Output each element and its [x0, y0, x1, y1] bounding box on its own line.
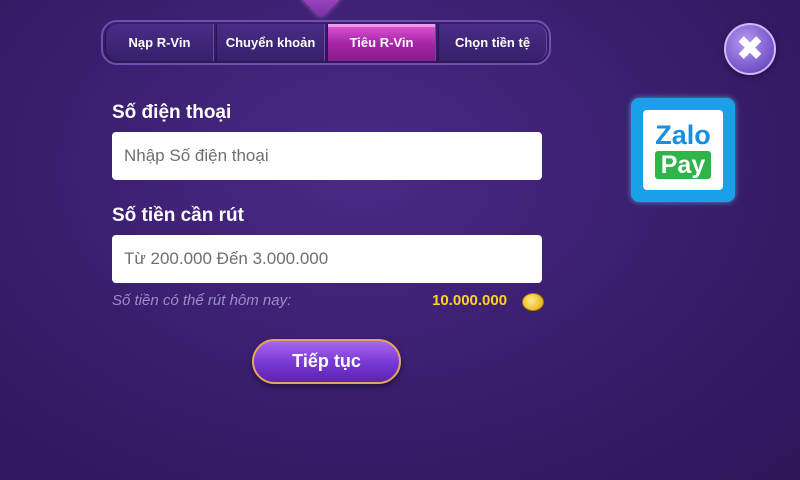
top-gem-decoration — [299, 0, 343, 19]
phone-input[interactable] — [112, 132, 542, 180]
tab-chuyen-khoan[interactable]: Chuyển khoản — [216, 24, 325, 61]
tab-bar: Nạp R-Vin Chuyển khoản Tiêu R-Vin Chọn t… — [101, 20, 551, 65]
zalopay-logo[interactable]: Zalo Pay — [631, 98, 735, 202]
available-amount: 10.000.000 — [432, 292, 508, 309]
tab-tieu-rvin[interactable]: Tiêu R-Vin — [327, 24, 436, 61]
amount-label: Số tiền cần rút — [112, 205, 244, 226]
tab-nap-rvin[interactable]: Nạp R-Vin — [105, 24, 214, 61]
phone-label: Số điện thoại — [112, 102, 232, 123]
close-icon: ✖ — [735, 30, 765, 68]
zalopay-logo-text-pay: Pay — [654, 151, 712, 179]
close-button[interactable]: ✖ — [724, 23, 776, 75]
continue-button[interactable]: Tiếp tục — [252, 339, 401, 384]
amount-input[interactable] — [112, 235, 542, 283]
coin-icon — [522, 293, 544, 311]
tab-chon-tien-te[interactable]: Chọn tiền tệ — [438, 24, 547, 61]
zalopay-logo-inner: Zalo Pay — [643, 110, 723, 190]
zalopay-logo-text-zalo: Zalo — [655, 120, 711, 150]
available-hint: Số tiền có thể rút hôm nay: — [112, 292, 292, 309]
